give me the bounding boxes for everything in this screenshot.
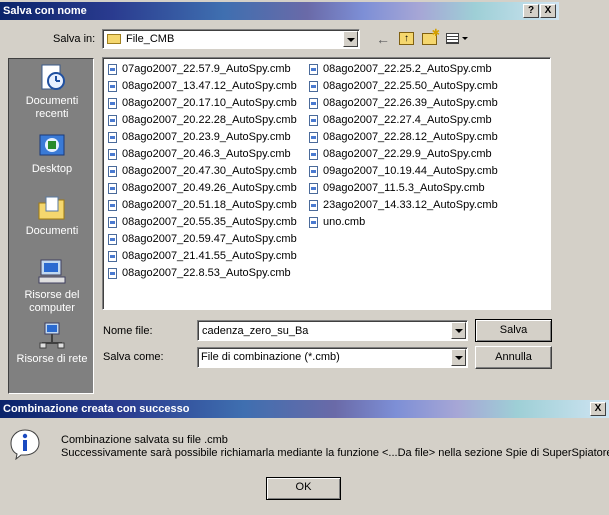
ok-button[interactable]: OK — [266, 477, 341, 500]
file-item[interactable]: 07ago2007_22.57.9_AutoSpy.cmb — [106, 61, 297, 78]
filename-label: Nome file: — [103, 325, 153, 337]
file-item[interactable]: 08ago2007_22.26.39_AutoSpy.cmb — [307, 95, 498, 112]
file-item[interactable]: 09ago2007_10.19.44_AutoSpy.cmb — [307, 163, 498, 180]
file-list[interactable]: 07ago2007_22.57.9_AutoSpy.cmb 08ago2007_… — [102, 57, 551, 310]
file-item[interactable]: 08ago2007_20.59.47_AutoSpy.cmb — [106, 231, 297, 248]
file-item[interactable]: 08ago2007_22.8.53_AutoSpy.cmb — [106, 265, 297, 282]
file-item[interactable]: 08ago2007_20.46.3_AutoSpy.cmb — [106, 146, 297, 163]
filetype-dropdown[interactable]: File di combinazione (*.cmb) — [197, 347, 468, 368]
filename-value: cadenza_zero_su_Ba — [202, 325, 309, 337]
filename-input[interactable]: cadenza_zero_su_Ba — [197, 320, 468, 341]
file-item[interactable]: 08ago2007_20.55.35_AutoSpy.cmb — [106, 214, 297, 231]
file-item[interactable]: 08ago2007_22.28.12_AutoSpy.cmb — [307, 129, 498, 146]
place-documents[interactable]: Documenti — [9, 193, 95, 238]
save-in-label: Salva in: — [53, 33, 96, 45]
place-label: Risorse del computer — [24, 289, 80, 314]
chevron-down-icon[interactable] — [343, 31, 358, 47]
file-item[interactable]: 08ago2007_20.49.26_AutoSpy.cmb — [106, 180, 297, 197]
file-item[interactable]: 08ago2007_20.17.10_AutoSpy.cmb — [106, 95, 297, 112]
place-desktop[interactable]: Desktop — [9, 131, 95, 176]
network-icon — [39, 322, 65, 349]
save-dialog-titlebar: Salva con nome ? X — [0, 2, 559, 20]
place-recent-documents[interactable]: Documenti recenti — [9, 63, 95, 121]
message-box-title: Combinazione creata con successo — [3, 403, 190, 415]
chevron-down-icon[interactable] — [451, 349, 466, 366]
new-folder-icon[interactable]: ✱ — [422, 28, 440, 45]
cancel-button[interactable]: Annulla — [475, 346, 552, 369]
file-item[interactable]: 09ago2007_11.5.3_AutoSpy.cmb — [307, 180, 498, 197]
save-in-dropdown[interactable]: File_CMB — [102, 29, 360, 49]
message-box-titlebar: Combinazione creata con successo X — [0, 400, 609, 418]
help-button[interactable]: ? — [523, 4, 539, 18]
file-item[interactable]: 08ago2007_20.47.30_AutoSpy.cmb — [106, 163, 297, 180]
view-menu-icon[interactable] — [446, 32, 468, 46]
file-item[interactable]: 08ago2007_22.25.2_AutoSpy.cmb — [307, 61, 498, 78]
place-label: Documenti recenti — [25, 95, 79, 120]
close-button[interactable]: X — [540, 4, 556, 18]
desktop-icon — [39, 134, 65, 156]
recent-documents-icon — [41, 64, 65, 90]
file-item[interactable]: 08ago2007_13.47.12_AutoSpy.cmb — [106, 78, 297, 95]
file-item[interactable]: 08ago2007_20.51.18_AutoSpy.cmb — [106, 197, 297, 214]
back-icon[interactable]: ← — [376, 31, 392, 47]
file-item[interactable]: uno.cmb — [307, 214, 498, 231]
up-folder-icon[interactable]: ↑ — [399, 32, 414, 45]
save-dialog: Salva con nome ? X Salva in: File_CMB ← … — [0, 0, 559, 400]
filetype-value: File di combinazione (*.cmb) — [201, 351, 340, 363]
chevron-down-icon[interactable] — [451, 322, 466, 339]
file-item[interactable]: 08ago2007_20.23.9_AutoSpy.cmb — [106, 129, 297, 146]
file-item[interactable]: 08ago2007_22.27.4_AutoSpy.cmb — [307, 112, 498, 129]
documents-folder-icon — [38, 196, 65, 220]
file-item[interactable]: 08ago2007_22.29.9_AutoSpy.cmb — [307, 146, 498, 163]
file-item[interactable]: 08ago2007_21.41.55_AutoSpy.cmb — [106, 248, 297, 265]
places-bar: Documenti recenti Desktop Documenti Riso… — [8, 58, 94, 394]
file-item[interactable]: 08ago2007_22.25.50_AutoSpy.cmb — [307, 78, 498, 95]
save-dialog-title: Salva con nome — [3, 5, 87, 17]
file-item[interactable]: 23ago2007_14.33.12_AutoSpy.cmb — [307, 197, 498, 214]
save-in-value: File_CMB — [126, 33, 175, 45]
close-button[interactable]: X — [590, 402, 606, 416]
place-label: Desktop — [31, 163, 73, 175]
file-item[interactable]: 08ago2007_20.22.28_AutoSpy.cmb — [106, 112, 297, 129]
info-icon — [10, 429, 40, 460]
message-line-2: Successivamente sarà possibile richiamar… — [61, 447, 609, 459]
message-line-1: Combinazione salvata su file .cmb — [61, 434, 228, 446]
filetype-label: Salva come: — [103, 351, 164, 363]
place-my-computer[interactable]: Risorse del computer — [9, 257, 95, 315]
place-network[interactable]: Risorse di rete — [9, 321, 95, 366]
message-box: Combinazione creata con successo X Combi… — [0, 399, 609, 515]
place-label: Risorse di rete — [16, 353, 88, 365]
save-button[interactable]: Salva — [475, 319, 552, 342]
place-label: Documenti — [25, 225, 79, 237]
folder-icon — [107, 34, 121, 44]
my-computer-icon — [38, 259, 66, 284]
